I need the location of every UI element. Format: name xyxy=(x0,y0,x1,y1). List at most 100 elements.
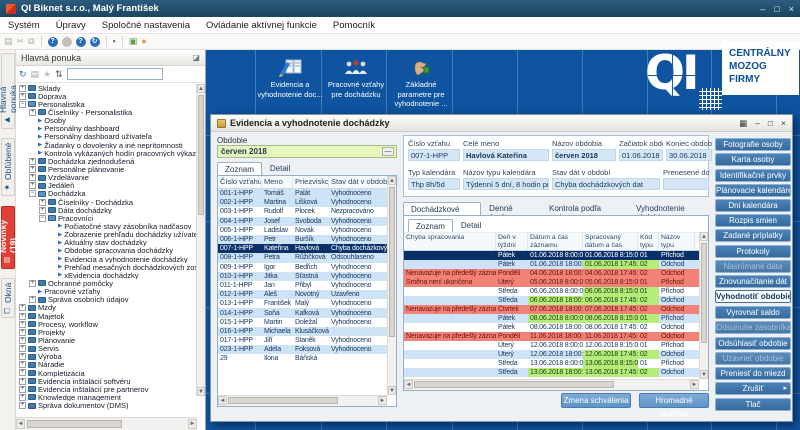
tree-item-person-lny-dashboard-u-vate-a[interactable]: ▶Personálny dashboard užívateľa xyxy=(16,133,197,141)
attendance-record-row[interactable]: Nenavazuje na předešlý záznamČtvrtek07.0… xyxy=(404,305,699,314)
tree-item-person-lne-pl-novanie[interactable]: +Personálne plánovanie xyxy=(16,165,197,173)
person-row[interactable]: 007-1-HPPKateřinaHavlováChyba docházkový… xyxy=(218,244,387,253)
tree-item-doch-dzka[interactable]: −Dochádzka xyxy=(16,190,197,198)
expand-icon[interactable]: + xyxy=(29,166,36,173)
expand-icon[interactable]: + xyxy=(29,109,36,116)
scroll-right-icon[interactable]: ► xyxy=(690,380,699,389)
expand-icon[interactable]: + xyxy=(19,353,26,360)
expand-icon[interactable]: + xyxy=(29,182,36,189)
column-header[interactable]: Kód typu pohybu xyxy=(638,233,659,250)
menu-item-ovl-danie-akt-vnej-funkcie[interactable]: Ovládanie aktívnej funkcie xyxy=(198,18,325,33)
tree-item-knowledge-management[interactable]: +Knowledge management xyxy=(16,393,197,401)
column-header[interactable]: Dátum a čas záznamu xyxy=(528,233,583,250)
expand-icon[interactable]: + xyxy=(19,369,26,376)
tree-item-doprava[interactable]: +Doprava xyxy=(16,92,197,100)
tree-item-vzdel-vanie[interactable]: +Vzdelávanie xyxy=(16,174,197,182)
expand-icon[interactable]: + xyxy=(29,296,36,303)
people-horizontal-scrollbar[interactable]: ◄ ► xyxy=(218,395,387,406)
sidebar-tab-ob-ben-[interactable]: ★Obľúbené xyxy=(1,138,15,196)
scroll-right-icon[interactable]: ► xyxy=(378,396,387,405)
menu-item-pomocn-k[interactable]: Pomocník xyxy=(325,18,383,33)
expand-icon[interactable]: + xyxy=(29,174,36,181)
expand-icon[interactable]: + xyxy=(29,158,36,165)
tree-horizontal-scrollbar[interactable]: ◄ ► xyxy=(16,417,197,430)
scroll-thumb[interactable] xyxy=(389,187,395,337)
tree-item-zobrazenie-preh-adu-doch-dzky-u-vate-a[interactable]: ▶Zobrazenie prehľadu dochádzky užívateľa xyxy=(16,231,197,239)
records-horizontal-scrollbar[interactable]: ◄ ► xyxy=(404,379,699,390)
button-rozpis-smien[interactable]: Rozpis smien xyxy=(715,214,791,227)
collapse-icon[interactable]: − xyxy=(29,190,36,197)
tree-item--seln-ky-doch-dzka[interactable]: +Číselníky - Dochádzka xyxy=(16,198,197,206)
dialog-grid-icon[interactable]: ▦ xyxy=(739,118,747,129)
button-hromadn-vlo-enie[interactable]: Hromadné vloženie xyxy=(639,393,709,408)
tree-item-n-radie[interactable]: +Náradie xyxy=(16,361,197,369)
expand-icon[interactable]: + xyxy=(29,280,36,287)
expand-icon[interactable]: + xyxy=(19,378,26,385)
person-row[interactable]: 009-1-HPPIgorBedřichVyhodnoceno xyxy=(218,263,387,272)
attendance-record-row[interactable]: Středa13.06.2018 18:00:0013.06.2018 17:4… xyxy=(404,368,699,377)
tab-detail[interactable]: Detail xyxy=(453,218,489,232)
pin-icon[interactable]: ◪ xyxy=(192,53,200,62)
person-row[interactable]: 017-1-HPPJiříStaněkVyhodnoceno xyxy=(218,336,387,345)
expand-icon[interactable]: + xyxy=(19,313,26,320)
refresh-icon[interactable]: ↻ xyxy=(19,68,27,80)
button-tla-[interactable]: Tlač xyxy=(715,398,791,411)
scroll-thumb[interactable] xyxy=(228,397,338,404)
desktop-shortcut-documents-pen-icon[interactable]: Evidencia a vyhodnotenie doc... xyxy=(257,58,323,99)
expand-icon[interactable]: + xyxy=(19,321,26,328)
button-karta-osoby[interactable]: Karta osoby xyxy=(715,153,791,166)
favorite-icon[interactable]: ★ xyxy=(43,68,51,80)
sidebar-tab-hlavn-ponuka[interactable]: ▶Hlavná ponuka xyxy=(1,53,15,129)
person-row[interactable]: 29IlonaBáňská xyxy=(218,354,387,363)
scroll-left-icon[interactable]: ◄ xyxy=(16,419,25,429)
attendance-record-row[interactable]: Pátek08.06.2018 18:00:0008.06.2018 17:45… xyxy=(404,323,699,332)
minimize-icon[interactable]: – xyxy=(760,4,765,14)
expand-icon[interactable]: + xyxy=(39,207,46,214)
button-vyrovna-saldo[interactable]: Vyrovnať saldo xyxy=(715,306,791,319)
menu-item--pravy[interactable]: Úpravy xyxy=(48,18,94,33)
button-dni-kalend-ra[interactable]: Dni kalendára xyxy=(715,199,791,212)
tree-item-pracovn-ci[interactable]: −Pracovníci xyxy=(16,214,197,222)
status-icon[interactable]: ● xyxy=(141,36,146,47)
people-vertical-scrollbar[interactable]: ▲ ▼ xyxy=(387,176,396,395)
scroll-thumb[interactable] xyxy=(27,420,122,428)
tree-item-spr-va-osobn-ch-dajov[interactable]: +Správa osobních údajov xyxy=(16,296,197,304)
person-row[interactable]: 008-1-HPPPetraRůžičkováOdsouhlaseno xyxy=(218,253,387,262)
attendance-record-row[interactable]: Pátek01.06.2018 18:00:0001.06.2018 17:45… xyxy=(404,260,699,269)
column-header[interactable]: Spracovaný dátum a čas xyxy=(583,233,638,250)
tree-item-evidencia-in-tal-ci-softv-ru[interactable]: +Evidencia inštalácií softvéru xyxy=(16,377,197,385)
expand-icon[interactable]: + xyxy=(19,93,26,100)
tree-item-obdobie-spracovania-doch-dzky[interactable]: ▶Obdobie spracovania dochádzky xyxy=(16,247,197,255)
menu-item-spolo-n-nastavenia[interactable]: Spoločné nastavenia xyxy=(94,18,198,33)
scroll-down-icon[interactable]: ▼ xyxy=(700,370,708,379)
refresh-icon[interactable]: ↻ xyxy=(90,37,100,47)
scroll-left-icon[interactable]: ◄ xyxy=(218,396,227,405)
button-pl-novacie-kalend-re[interactable]: Plánovacie kalendáre xyxy=(715,184,791,197)
tree-item-ochrann-pom-cky[interactable]: +Ochranné pomôcky xyxy=(16,279,197,287)
scroll-left-icon[interactable]: ◄ xyxy=(404,380,413,389)
tree-item-osoby[interactable]: ▶Osoby xyxy=(16,117,197,125)
tree-item-evidencia-a-vyhodnotenie-doch-dzky[interactable]: ▶Evidencia a vyhodnotenie dochádzky xyxy=(16,255,197,263)
person-row[interactable]: 010-1-HPPJitkaŠťastnáVyhodnoceno xyxy=(218,272,387,281)
person-row[interactable]: 003-1-HPPRudolfPlocekNezpracováno xyxy=(218,207,387,216)
scroll-up-icon[interactable]: ▲ xyxy=(700,232,708,241)
tab-detail[interactable]: Detail xyxy=(262,161,298,175)
attendance-record-row[interactable]: Nenavazuje na předešlý záznamPondělí04.0… xyxy=(404,269,699,278)
column-header[interactable]: Priezvisko xyxy=(293,176,329,188)
tab-zoznam[interactable]: Zoznam xyxy=(408,219,453,233)
column-header[interactable]: Chyba spracovania xyxy=(404,233,496,250)
person-row[interactable]: 016-1-HPPMichaelaKlusáčková xyxy=(218,327,387,336)
scroll-down-icon[interactable]: ▼ xyxy=(388,386,396,395)
tree-item-servis[interactable]: +Servis xyxy=(16,345,197,353)
button-identifika-n-prvky[interactable]: Identifikačné prvky xyxy=(715,169,791,182)
person-row[interactable]: 012-1-HPPAlešNovotnýUzavřeno xyxy=(218,290,387,299)
tree-item-majetok[interactable]: +Majetok xyxy=(16,312,197,320)
button-zru-i-[interactable]: Zrušiť▸ xyxy=(715,382,791,395)
tree-item-pl-novanie[interactable]: +Plánovanie xyxy=(16,336,197,344)
scroll-up-icon[interactable]: ▲ xyxy=(197,84,205,93)
sidebar-tab-okn-[interactable]: ❐Okná xyxy=(1,278,15,318)
tree-item-doch-dzka-zjednodu-en-[interactable]: +Dochádzka zjednodušená xyxy=(16,157,197,165)
help-icon[interactable]: ? xyxy=(48,37,58,47)
expand-icon[interactable]: + xyxy=(19,345,26,352)
collapse-icon[interactable]: − xyxy=(19,101,26,108)
